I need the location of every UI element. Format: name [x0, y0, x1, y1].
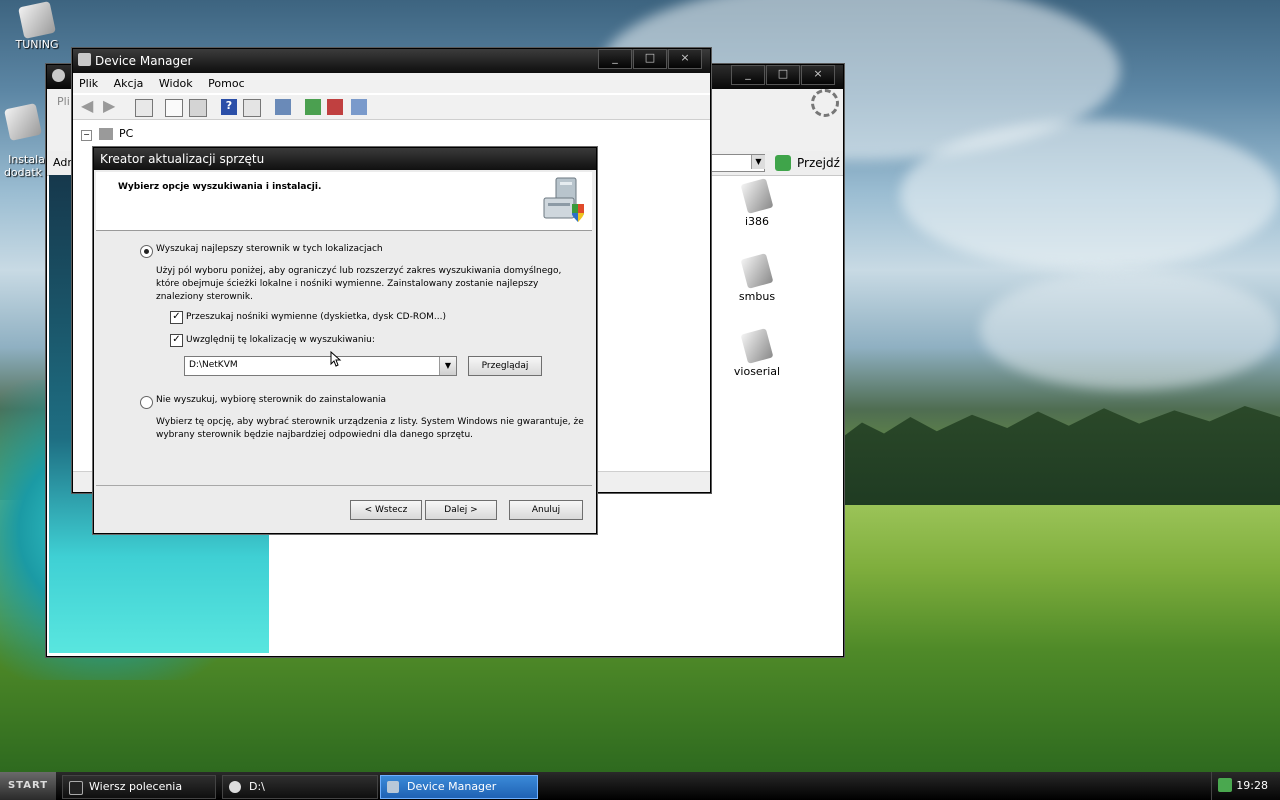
check2-label[interactable]: Uwzględnij tę lokalizację w wyszukiwaniu…	[186, 335, 375, 345]
option1-label[interactable]: Wyszukaj najlepszy sterownik w tych loka…	[156, 244, 383, 254]
installer-icon	[4, 103, 42, 141]
folder-item[interactable]: i386	[727, 178, 787, 228]
check1-label[interactable]: Przeszukaj nośniki wymienne (dyskietka, …	[186, 312, 446, 322]
device-manager-icon	[78, 53, 91, 66]
scan-hardware-icon[interactable]	[275, 99, 291, 115]
back-button[interactable]: < Wstecz	[350, 500, 422, 520]
search-removable-media-checkbox[interactable]: ✓	[170, 311, 183, 324]
system-tray: 19:28	[1211, 772, 1280, 800]
hardware-wizard-icon	[543, 177, 584, 222]
start-button[interactable]: START	[0, 772, 56, 800]
chevron-down-icon[interactable]: ▼	[439, 357, 456, 375]
clock[interactable]: 19:28	[1236, 779, 1268, 792]
window-title: Device Manager	[95, 54, 193, 68]
task-command-prompt[interactable]: Wiersz polecenia	[62, 775, 216, 799]
help-icon[interactable]: ?	[221, 99, 237, 115]
hardware-update-wizard[interactable]: Kreator aktualizacji sprzętu Wybierz opc…	[93, 147, 597, 534]
uninstall-icon[interactable]	[327, 99, 343, 115]
desktop-icon-installer[interactable]: Instala dodatk	[0, 80, 46, 179]
close-button[interactable]: ×	[668, 49, 702, 69]
folder-label: vioserial	[733, 365, 781, 378]
cancel-button[interactable]: Anuluj	[509, 500, 583, 520]
minimize-button[interactable]: _	[731, 65, 765, 85]
address-label: Adr	[53, 156, 72, 169]
include-location-checkbox[interactable]: ✓	[170, 334, 183, 347]
menu-pomoc[interactable]: Pomoc	[202, 73, 250, 90]
chevron-down-icon[interactable]: ▼	[751, 155, 765, 169]
cd-icon	[52, 69, 65, 82]
back-arrow-icon[interactable]: ◀	[81, 98, 97, 115]
device-manager-titlebar[interactable]: Device Manager _ □ ×	[73, 49, 710, 73]
folder-icon	[740, 178, 774, 214]
option1-description: Użyj pól wyboru poniżej, aby ograniczyć …	[156, 266, 562, 302]
go-arrow-icon[interactable]	[775, 155, 791, 171]
folder-item[interactable]: vioserial	[727, 328, 787, 378]
tree-root-label[interactable]: PC	[119, 127, 133, 140]
wizard-heading: Wybierz opcje wyszukiwania i instalacji.	[118, 182, 322, 192]
location-path-combo[interactable]: D:\NetKVM ▼	[184, 356, 457, 376]
search-best-driver-radio[interactable]	[140, 245, 153, 258]
folder-icon	[740, 328, 774, 364]
cd-icon	[229, 781, 241, 793]
print-icon[interactable]	[189, 99, 207, 117]
menu-bar: Plik Akcja Widok Pomoc	[73, 73, 710, 93]
safely-remove-hardware-icon[interactable]	[1218, 778, 1232, 792]
taskbar: START Wiersz polecenia D:\ Device Manage…	[0, 772, 1280, 800]
menu-widok[interactable]: Widok	[153, 73, 199, 90]
folder-icon	[740, 253, 774, 289]
next-button[interactable]: Dalej >	[425, 500, 497, 520]
choose-driver-radio[interactable]	[140, 396, 153, 409]
menu-akcja[interactable]: Akcja	[108, 73, 150, 90]
device-manager-icon	[387, 781, 399, 793]
folder-label: smbus	[738, 290, 776, 303]
wizard-separator	[96, 485, 592, 486]
go-button[interactable]: Przejdź	[797, 156, 840, 170]
tuning-icon	[18, 1, 56, 39]
option2-description: Wybierz tę opcję, aby wybrać sterownik u…	[156, 417, 584, 440]
wizard-body: Wyszukaj najlepszy sterownik w tych loka…	[94, 231, 594, 531]
task-label: Device Manager	[407, 780, 497, 793]
device-tree: − PC	[81, 127, 133, 141]
update-driver-icon[interactable]	[305, 99, 321, 115]
maximize-button[interactable]: □	[633, 49, 667, 69]
task-label: D:\	[249, 780, 265, 793]
maximize-button[interactable]: □	[766, 65, 800, 85]
wizard-title: Kreator aktualizacji sprzętu	[100, 152, 265, 166]
mouse-cursor-icon	[330, 351, 342, 367]
wizard-header: Wybierz opcje wyszukiwania i instalacji.	[96, 172, 592, 231]
forest-scenery	[840, 406, 1280, 505]
command-prompt-icon	[69, 781, 83, 795]
desktop-icon-tuning[interactable]: TUNING	[2, 1, 72, 51]
browse-button[interactable]: Przeglądaj	[468, 356, 542, 376]
location-path-value: D:\NetKVM	[189, 360, 238, 370]
toolbar: ◀ ▶ ?	[73, 95, 710, 120]
desktop-icon-label: Instala dodatk	[3, 153, 45, 179]
up-level-icon[interactable]	[135, 99, 153, 117]
disable-device-icon[interactable]	[351, 99, 367, 115]
close-button[interactable]: ×	[801, 65, 835, 85]
view-icon[interactable]	[243, 99, 261, 117]
folder-label: i386	[744, 215, 770, 228]
collapse-icon[interactable]: −	[81, 130, 92, 141]
properties-icon[interactable]	[165, 99, 183, 117]
computer-icon	[98, 128, 113, 140]
task-drive-d[interactable]: D:\	[222, 775, 378, 799]
minimize-button[interactable]: _	[598, 49, 632, 69]
forward-arrow-icon[interactable]: ▶	[103, 98, 119, 115]
throbber-icon	[811, 89, 839, 117]
folder-item[interactable]: smbus	[727, 253, 787, 303]
menu-plik[interactable]: Plik	[73, 73, 104, 90]
wizard-titlebar[interactable]: Kreator aktualizacji sprzętu	[94, 148, 596, 170]
option2-label[interactable]: Nie wyszukuj, wybiorę sterownik do zains…	[156, 395, 386, 405]
menu-file-partial[interactable]: Pli	[57, 95, 70, 108]
desktop-icon-label: TUNING	[15, 38, 59, 51]
task-label: Wiersz polecenia	[89, 780, 183, 793]
task-device-manager[interactable]: Device Manager	[380, 775, 538, 799]
